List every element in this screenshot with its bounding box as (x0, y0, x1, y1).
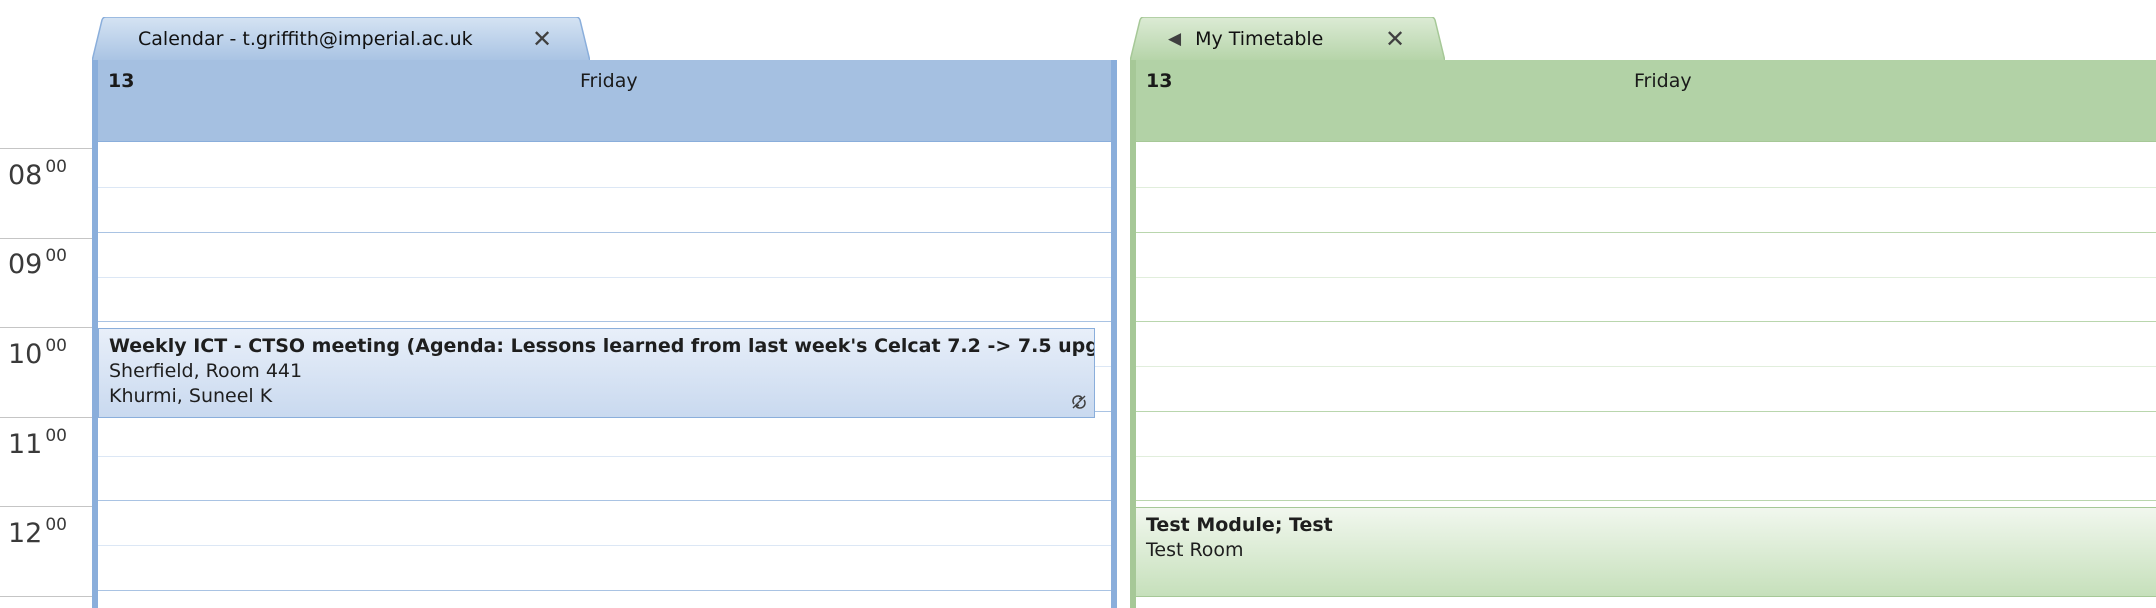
grid-line (1136, 277, 2156, 278)
grid-line (98, 232, 1111, 233)
appointment-title: Test Module; Test (1146, 514, 1333, 536)
gutter-divider (0, 596, 92, 597)
close-icon[interactable]: ✕ (532, 25, 552, 53)
calendar-pane-tgriffith: 13 Friday Weekly ICT - CTSO meeting (Age… (92, 60, 1117, 608)
grid-line (1136, 411, 2156, 412)
gutter-divider (0, 506, 92, 507)
grid-line (98, 187, 1111, 188)
time-label-09: 09 00 (8, 246, 67, 280)
day-number[interactable]: 13 (1146, 70, 1172, 92)
grid-line (1136, 187, 2156, 188)
grid-line (1136, 321, 2156, 322)
grid-line (98, 321, 1111, 322)
day-name: Friday (1634, 70, 1692, 92)
appointment-location: Sherfield, Room 441 (109, 360, 303, 382)
gutter-divider (0, 148, 92, 149)
time-label-08: 08 00 (8, 157, 67, 191)
grid-line (98, 277, 1111, 278)
grid-line (1136, 456, 2156, 457)
grid-line (98, 456, 1111, 457)
day-name: Friday (580, 70, 638, 92)
day-header[interactable]: 13 Friday (98, 60, 1111, 142)
tab-label: Calendar - t.griffith@imperial.ac.uk (138, 28, 473, 50)
appointment-title: Weekly ICT - CTSO meeting (Agenda: Lesso… (109, 335, 1095, 357)
tab-my-timetable[interactable]: ◀ My Timetable ✕ (1130, 17, 1445, 61)
tab-label: My Timetable (1195, 28, 1324, 50)
calendar-pane-my-timetable: 13 Friday Test Module; Test Test Room (1130, 60, 2156, 608)
time-label-12: 12 00 (8, 515, 67, 549)
grid-line (98, 590, 1111, 591)
grid-line (1136, 141, 2156, 142)
grid-line (1136, 232, 2156, 233)
overlay-arrow-icon[interactable]: ◀ (1168, 29, 1181, 49)
close-icon[interactable]: ✕ (1385, 25, 1405, 53)
grid-line (98, 141, 1111, 142)
grid-line (98, 500, 1111, 501)
appointment-weekly-ict[interactable]: Weekly ICT - CTSO meeting (Agenda: Lesso… (98, 328, 1095, 418)
appointment-location: Test Room (1146, 539, 1244, 561)
gutter-divider (0, 417, 92, 418)
gutter-divider (0, 327, 92, 328)
time-label-11: 11 00 (8, 426, 67, 460)
day-header[interactable]: 13 Friday (1136, 60, 2156, 142)
grid-line (1136, 366, 2156, 367)
gutter-divider (0, 238, 92, 239)
time-label-10: 10 00 (8, 336, 67, 370)
day-number[interactable]: 13 (108, 70, 134, 92)
appointment-organizer: Khurmi, Suneel K (109, 385, 273, 407)
appointment-test-module[interactable]: Test Module; Test Test Room (1136, 507, 2156, 597)
grid-line (1136, 500, 2156, 501)
tab-calendar-tgriffith[interactable]: Calendar - t.griffith@imperial.ac.uk ✕ (92, 17, 590, 61)
grid-line (98, 545, 1111, 546)
recurrence-icon (1072, 395, 1086, 409)
